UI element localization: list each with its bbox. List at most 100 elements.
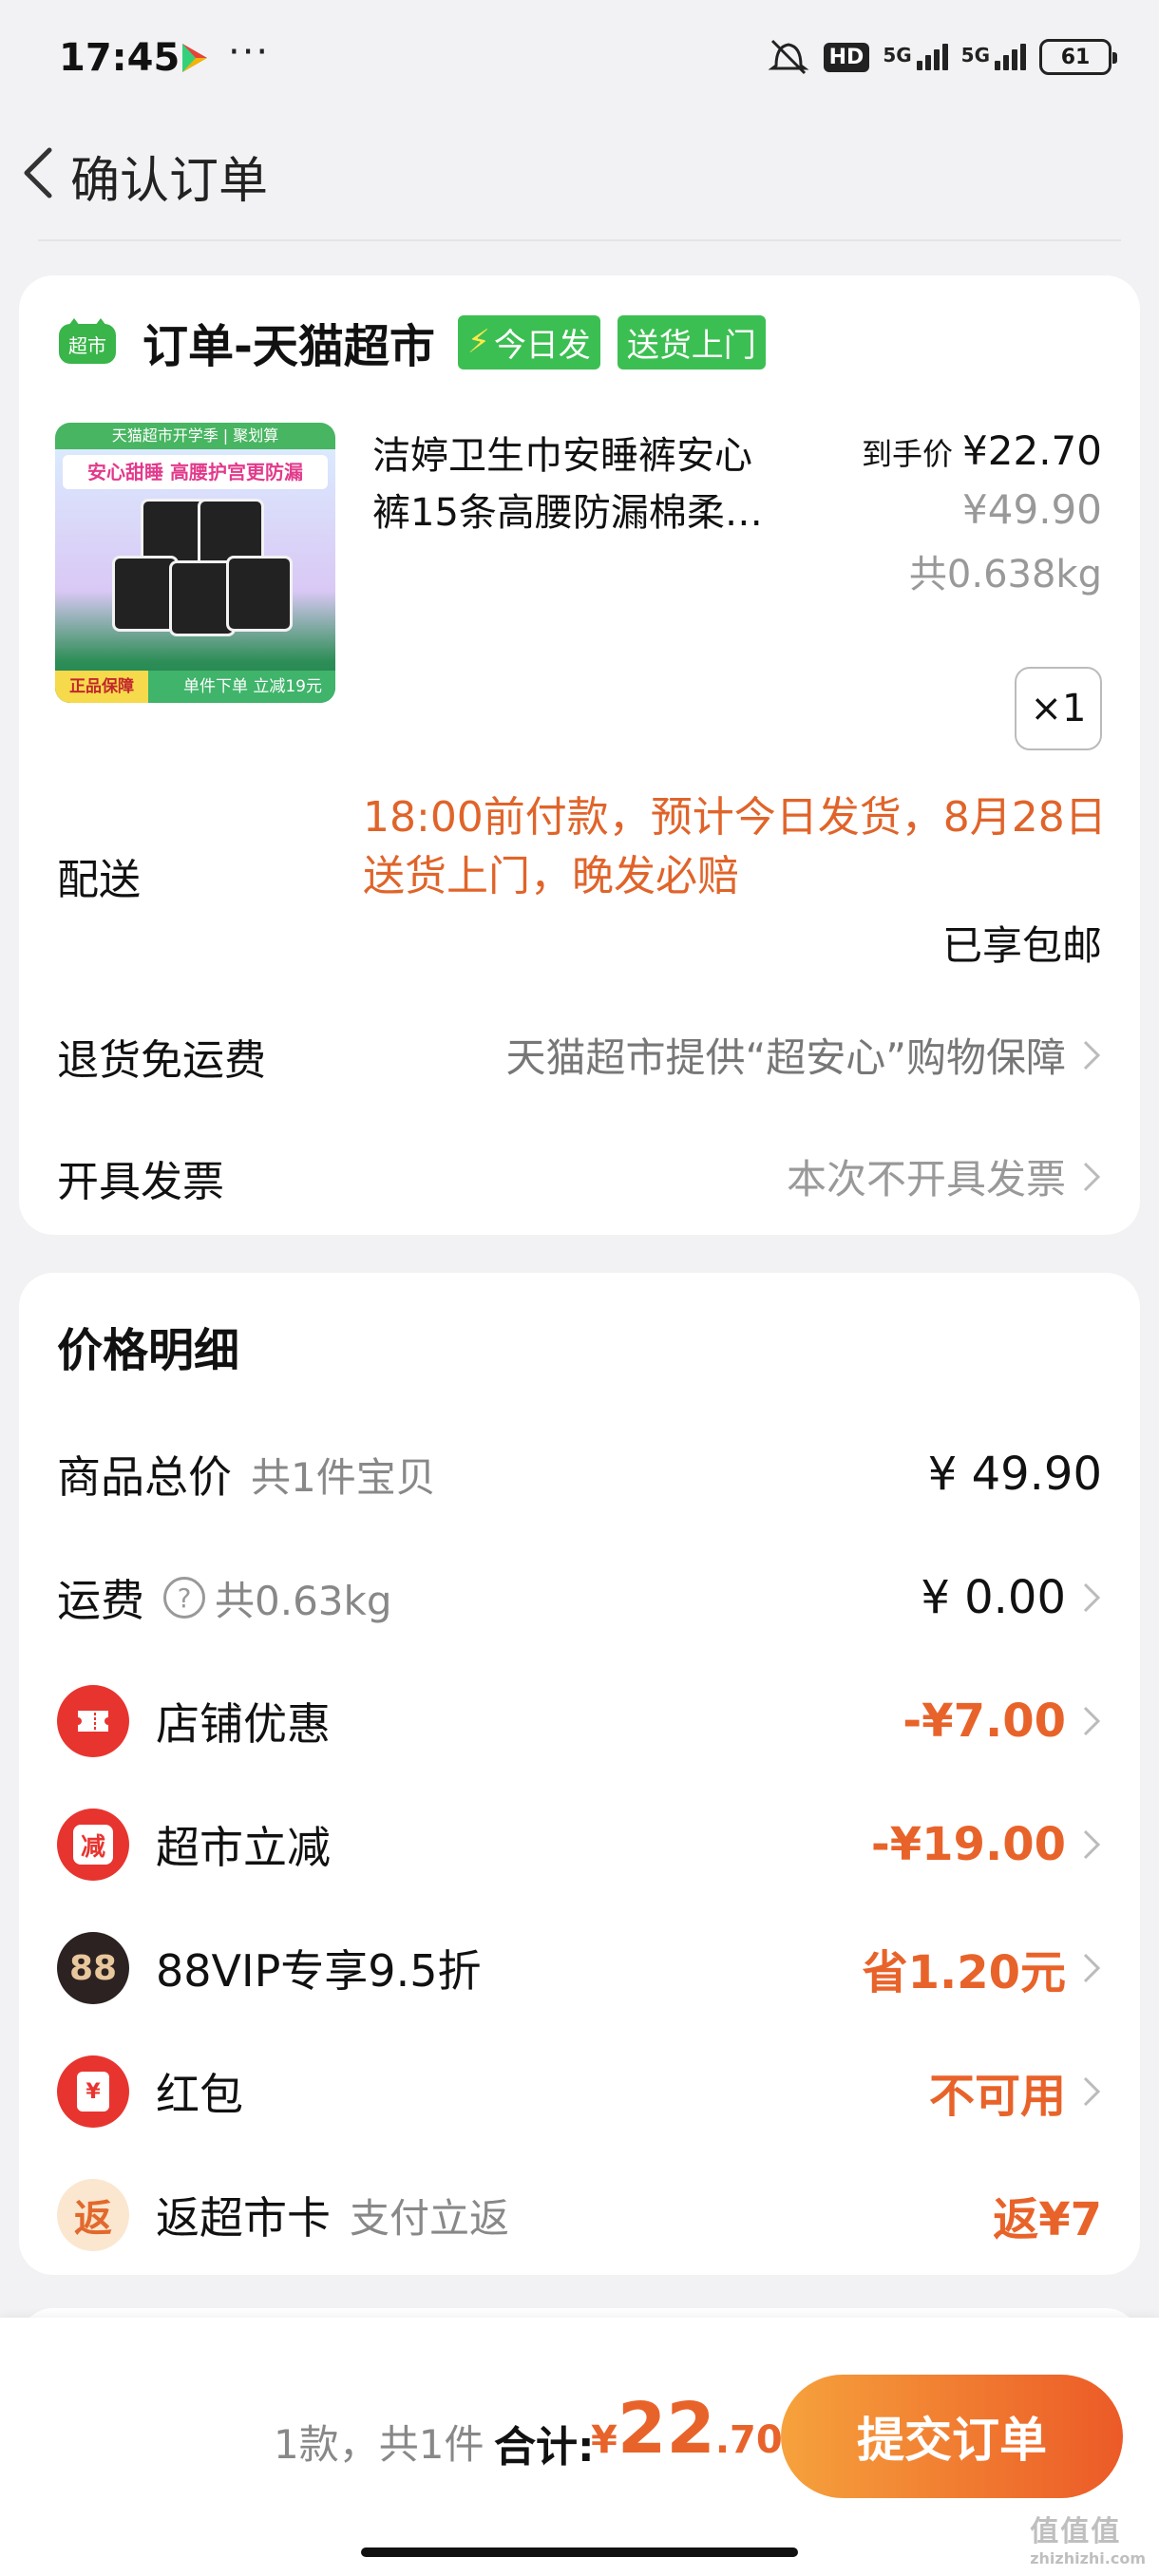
lightning-icon: ⚡ <box>466 323 490 361</box>
delivery-label: 配送 <box>57 856 141 904</box>
final-price-label: 到手价 <box>862 436 954 472</box>
chevron-right-icon <box>1083 1162 1101 1191</box>
hd-voice-icon: HD <box>823 42 870 72</box>
price-detail-card: 价格明细 商品总价 共1件宝贝 ¥ 49.90 运费 ? 共0.63kg ¥ 0… <box>19 1273 1140 2275</box>
total-decimal: .70 <box>714 2418 783 2462</box>
supermarket-discount-value: -¥19.00 <box>871 1818 1102 1871</box>
red-packet-icon: ¥ <box>57 2055 129 2128</box>
return-shipping-row[interactable]: 天猫超市提供“超安心”购物保障 <box>505 1026 1102 1084</box>
store-discount-amount: -¥7.00 <box>902 1695 1066 1748</box>
chevron-right-icon <box>1083 1706 1101 1736</box>
chevron-right-icon <box>1083 2076 1101 2107</box>
shipping-weight: 共0.63kg <box>215 1577 392 1624</box>
free-shipping-text: 已享包邮 <box>941 922 1102 969</box>
watermark-main: 值值值 <box>1030 2515 1122 2548</box>
product-title-line2: 裤15条高腰防漏棉柔… <box>372 491 763 535</box>
shipping-fee-label: 运费 <box>57 1575 144 1626</box>
invoice-label: 开具发票 <box>57 1158 224 1206</box>
order-card: 超市 订单-天猫超市 ⚡ 今日发 送货上门 天猫超市开学季 | 聚划算 安心甜睡 … <box>19 275 1140 1235</box>
mute-icon <box>768 39 809 75</box>
status-bar: 17:45 ··· HD 5G 5G 61 <box>0 0 1159 114</box>
pack-graphic <box>226 556 293 632</box>
status-icons: HD 5G 5G 61 <box>767 36 1117 78</box>
chevron-right-icon <box>1083 1040 1101 1070</box>
total-integer: 22 <box>617 2388 715 2470</box>
return-shipping-value: 天猫超市提供“超安心”购物保障 <box>505 1034 1066 1081</box>
store-header: 超市 订单-天猫超市 ⚡ 今日发 送货上门 <box>57 312 783 373</box>
cashback-sub: 支付立返 <box>350 2194 510 2242</box>
tag-ship-today-label: 今日发 <box>493 326 591 365</box>
nav-bar: 确认订单 <box>0 123 1159 218</box>
88vip-icon: 88 <box>57 1932 129 2004</box>
store-logo-text: 超市 <box>68 334 106 357</box>
total-currency: ¥ <box>591 2418 618 2462</box>
cashback-label: 返超市卡 <box>156 2192 331 2244</box>
item-count: 1款，共1件 <box>274 2421 484 2468</box>
ticket-icon <box>57 1685 129 1757</box>
product-title[interactable]: 洁婷卫生巾安睡裤安心 裤15条高腰防漏棉柔… <box>372 427 847 541</box>
return-shipping-label: 退货免运费 <box>57 1036 266 1085</box>
home-indicator[interactable] <box>361 2548 798 2557</box>
invoice-row[interactable]: 本次不开具发票 <box>787 1147 1102 1205</box>
tmall-supermarket-logo-icon: 超市 <box>57 318 118 366</box>
signal-icon-2: 5G <box>961 44 1026 70</box>
store-discount-value: -¥7.00 <box>902 1695 1102 1748</box>
goods-count: 共1件宝贝 <box>251 1453 436 1501</box>
goods-total-value: ¥ 49.90 <box>927 1448 1102 1501</box>
product-image-headline: 安心甜睡 高腰护宫更防漏 <box>63 455 328 489</box>
signal-label-1: 5G <box>883 44 912 66</box>
chevron-right-icon <box>1083 1953 1101 1983</box>
submit-order-button[interactable]: 提交订单 <box>781 2375 1123 2498</box>
store-discount-row[interactable]: 店铺优惠 -¥7.00 <box>57 1683 1102 1759</box>
shipping-fee-amount: ¥ 0.00 <box>921 1571 1066 1624</box>
product-title-line1: 洁婷卫生巾安睡裤安心 <box>372 434 752 478</box>
tag-ship-today: ⚡ 今日发 <box>457 314 600 369</box>
discount-icon-text: 减 <box>73 1825 113 1865</box>
back-arrow-icon[interactable] <box>17 144 59 201</box>
product-image-badge: 正品保障 <box>55 671 148 703</box>
cashback-row: 返 返超市卡 支付立返 返¥7 <box>57 2177 1102 2253</box>
red-packet-status: 不可用 <box>928 2070 1066 2123</box>
discount-icon: 减 <box>57 1809 129 1881</box>
price-detail-title: 价格明细 <box>57 1324 240 1377</box>
signal-icon-1: 5G <box>883 44 948 70</box>
product-image[interactable]: 天猫超市开学季 | 聚划算 安心甜睡 高腰护宫更防漏 单件下单 立减19元 正品… <box>55 423 335 703</box>
shipping-fee-row[interactable]: 运费 ? 共0.63kg ¥ 0.00 <box>57 1560 1102 1636</box>
vip-discount-row[interactable]: 88 88VIP专享9.5折 省1.20元 <box>57 1930 1102 2006</box>
delivery-note: 18:00前付款，预计今日发货，8月28日送货上门，晚发必赔 <box>363 793 1107 900</box>
original-price: ¥49.90 <box>962 486 1102 533</box>
vip-discount-amount: 省1.20元 <box>862 1946 1066 1999</box>
vip-discount-label: 88VIP专享9.5折 <box>156 1945 482 1997</box>
goods-total-row: 商品总价 共1件宝贝 ¥ 49.90 <box>57 1436 1102 1512</box>
chevron-right-icon <box>1083 1829 1101 1860</box>
quantity-stepper[interactable]: ×1 <box>1015 667 1102 750</box>
final-price: 到手价 ¥22.70 <box>862 427 1102 474</box>
red-packet-row[interactable]: ¥ 红包 不可用 <box>57 2054 1102 2130</box>
page-title: 确认订单 <box>70 153 269 210</box>
cashback-icon: 返 <box>57 2179 129 2251</box>
total-amount: ¥22.70 <box>591 2388 783 2470</box>
supermarket-discount-label: 超市立减 <box>156 1822 331 1873</box>
help-icon[interactable]: ? <box>163 1577 205 1619</box>
red-packet-icon-text: ¥ <box>77 2072 109 2112</box>
product-image-banner: 天猫超市开学季 | 聚划算 <box>55 423 335 449</box>
store-name: 订单-天猫超市 <box>142 320 435 373</box>
battery-icon: 61 <box>1039 39 1117 75</box>
store-discount-label: 店铺优惠 <box>156 1698 331 1750</box>
red-packet-value: 不可用 <box>929 2058 1102 2125</box>
nav-divider <box>38 239 1121 241</box>
product-weight: 共0.638kg <box>908 553 1102 597</box>
red-packet-label: 红包 <box>156 2069 243 2120</box>
invoice-value: 本次不开具发票 <box>786 1156 1066 1203</box>
supermarket-discount-row[interactable]: 减 超市立减 -¥19.00 <box>57 1807 1102 1883</box>
final-price-value: ¥22.70 <box>962 427 1102 474</box>
watermark-sub: zhizhizhi.com <box>1030 2549 1146 2567</box>
watermark: 值值值 zhizhizhi.com <box>1030 2508 1146 2567</box>
bottom-bar: 1款，共1件 合计: ¥22.70 提交订单 <box>0 2318 1159 2576</box>
more-notifications-icon: ··· <box>228 30 271 74</box>
total-label: 合计: <box>494 2423 595 2472</box>
cashback-value: 返¥7 <box>993 2193 1102 2246</box>
supermarket-discount-amount: -¥19.00 <box>870 1818 1066 1871</box>
signal-label-2: 5G <box>960 44 990 66</box>
play-store-icon <box>182 44 207 72</box>
